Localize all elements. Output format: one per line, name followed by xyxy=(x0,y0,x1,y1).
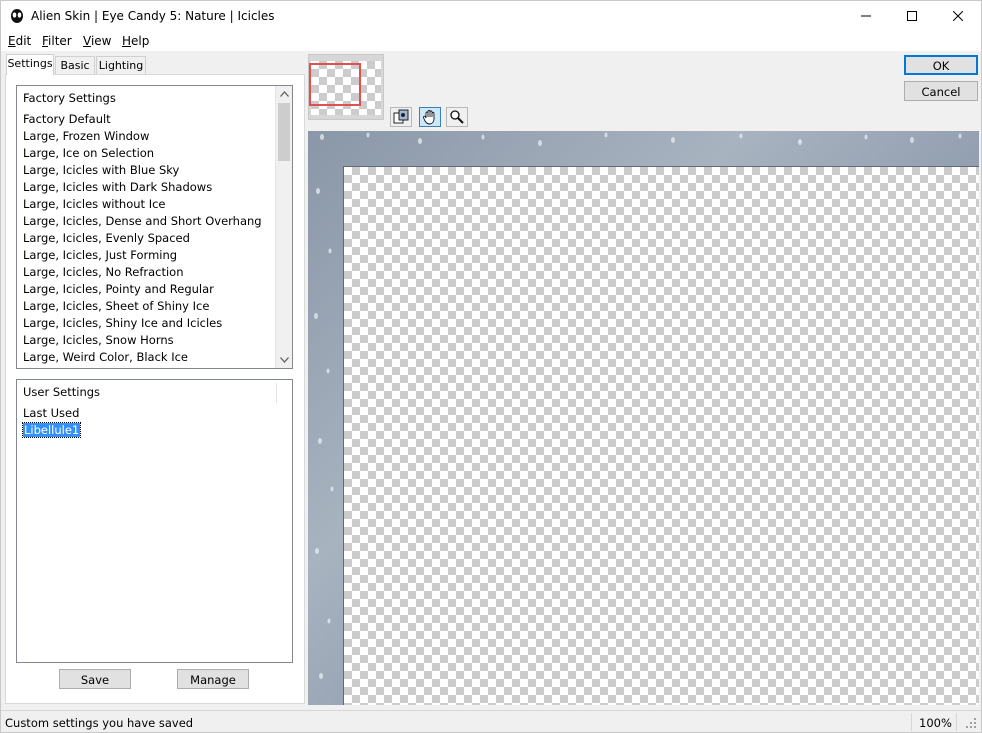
main-window: Alien Skin | Eye Candy 5: Nature | Icicl… xyxy=(0,0,982,733)
factory-settings-list[interactable]: Factory Settings Factory Default Large, … xyxy=(16,85,293,369)
status-text: Custom settings you have saved xyxy=(5,716,194,730)
scroll-up-arrow[interactable] xyxy=(276,86,292,102)
window-title: Alien Skin | Eye Candy 5: Nature | Icicl… xyxy=(31,9,275,23)
close-button[interactable] xyxy=(935,1,981,31)
list-item[interactable]: Large, Icicles, Pointy and Regular xyxy=(23,281,262,298)
list-item[interactable]: Large, Icicles with Blue Sky xyxy=(23,162,262,179)
list-item[interactable]: Factory Default xyxy=(23,111,262,128)
status-separator xyxy=(911,713,912,731)
menu-help[interactable]: Help xyxy=(122,34,149,48)
list-item[interactable]: Large, Icicles without Ice xyxy=(23,196,262,213)
list-item[interactable]: Large, Frozen Window xyxy=(23,128,262,145)
user-settings-header: User Settings xyxy=(23,385,101,399)
status-separator xyxy=(956,713,957,731)
list-item[interactable]: Large, Icicles, Sheet of Shiny Ice xyxy=(23,298,262,315)
list-item[interactable]: Large, Icicles, No Refraction xyxy=(23,264,262,281)
tab-lighting[interactable]: Lighting xyxy=(96,56,146,75)
zoom-tool-button[interactable] xyxy=(446,107,468,127)
menu-bar: Edit Filter View Help xyxy=(1,31,981,51)
list-item[interactable]: Large, Icicles, Just Forming xyxy=(23,247,262,264)
scroll-thumb[interactable] xyxy=(278,103,290,161)
scroll-down-arrow[interactable] xyxy=(276,352,292,368)
menu-edit[interactable]: Edit xyxy=(8,34,31,48)
hand-icon xyxy=(423,110,435,125)
minimize-button[interactable] xyxy=(843,1,889,31)
close-icon xyxy=(953,11,963,21)
tab-basic[interactable]: Basic xyxy=(55,56,95,75)
list-item[interactable]: Large, Icicles with Dark Shadows xyxy=(23,179,262,196)
maximize-icon xyxy=(907,11,917,21)
resize-grip-icon[interactable] xyxy=(965,717,977,729)
list-item[interactable]: Large, Ice on Selection xyxy=(23,145,262,162)
alien-skin-app-icon xyxy=(11,9,23,23)
save-button[interactable]: Save xyxy=(59,669,131,689)
title-bar: Alien Skin | Eye Candy 5: Nature | Icicl… xyxy=(1,1,981,31)
list-item-label: Last Used xyxy=(23,406,80,420)
ok-button[interactable]: OK xyxy=(904,55,978,75)
menu-view[interactable]: View xyxy=(83,34,111,48)
chevron-down-icon xyxy=(279,357,289,363)
factory-list-scrollbar[interactable] xyxy=(275,86,292,368)
maximize-button[interactable] xyxy=(889,1,935,31)
header-divider xyxy=(276,383,277,403)
preview-pane[interactable] xyxy=(308,131,979,705)
zoom-icon xyxy=(450,110,464,124)
zoom-level: 100% xyxy=(919,716,952,730)
list-item[interactable]: Large, Icicles, Shiny Ice and Icicles xyxy=(23,315,262,332)
list-item-label: Libellule1 xyxy=(21,422,82,438)
list-item-selected[interactable]: Libellule1 xyxy=(21,422,82,439)
cancel-button[interactable]: Cancel xyxy=(904,81,978,101)
settings-panel: Factory Settings Factory Default Large, … xyxy=(5,74,305,704)
navigator-thumbnail[interactable] xyxy=(308,54,384,120)
compare-button[interactable] xyxy=(390,107,412,127)
view-rectangle[interactable] xyxy=(309,63,361,106)
hand-tool-button[interactable] xyxy=(419,107,441,127)
status-bar: Custom settings you have saved 100% xyxy=(1,710,981,732)
list-item[interactable]: Large, Icicles, Snow Horns xyxy=(23,332,262,349)
chevron-up-icon xyxy=(279,91,289,97)
preview-canvas xyxy=(343,166,979,705)
factory-settings-header: Factory Settings xyxy=(23,91,116,105)
list-item[interactable]: Large, Weird Color, Black Ice xyxy=(23,349,262,366)
minimize-icon xyxy=(861,15,871,17)
tab-settings[interactable]: Settings xyxy=(6,54,54,75)
list-item[interactable]: Large, Icicles, Evenly Spaced xyxy=(23,230,262,247)
compare-icon xyxy=(393,109,409,124)
user-settings-list[interactable]: User Settings Last Used Libellule1 xyxy=(16,379,293,663)
list-item[interactable]: Large, Icicles, Dense and Short Overhang xyxy=(23,213,262,230)
list-item[interactable]: Last Used xyxy=(23,405,80,422)
manage-button[interactable]: Manage xyxy=(177,669,249,689)
menu-filter[interactable]: Filter xyxy=(42,34,72,48)
